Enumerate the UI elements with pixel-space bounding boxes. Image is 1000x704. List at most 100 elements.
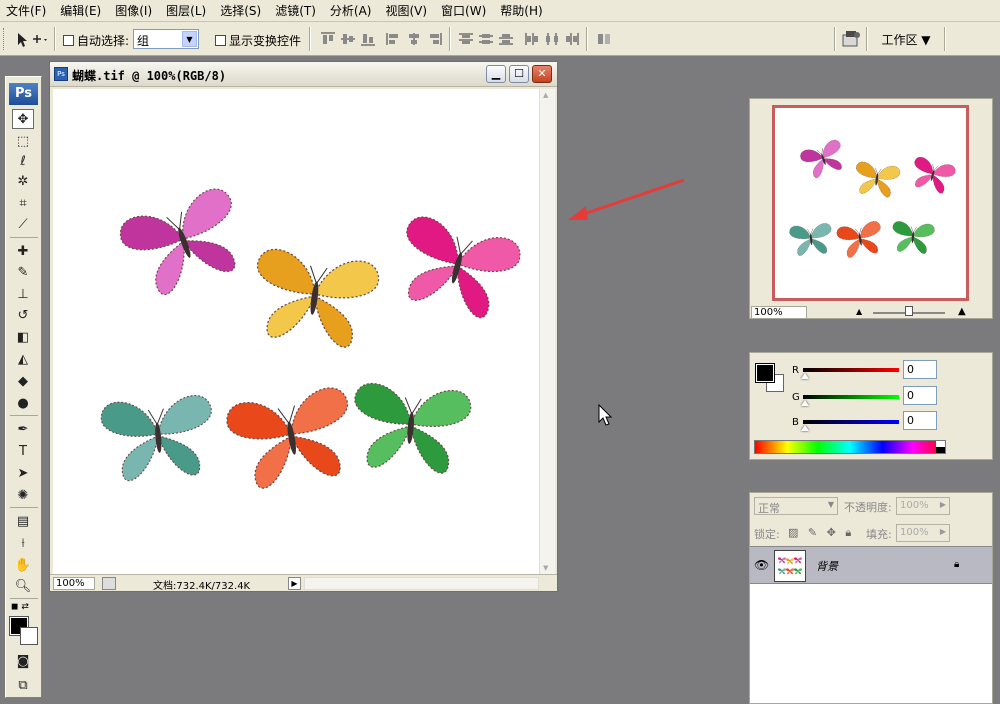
healing-brush-icon[interactable]: ✚ xyxy=(12,241,34,261)
slice-icon[interactable]: ⟋ xyxy=(12,214,34,234)
close-button[interactable]: ✕ xyxy=(532,65,552,83)
align-left-icon[interactable] xyxy=(386,32,402,46)
menu-select[interactable]: 选择(S) xyxy=(220,2,261,19)
eyedropper-icon[interactable]: ⟊ xyxy=(12,533,34,553)
checkbox-box[interactable] xyxy=(215,35,226,46)
g-slider-knob[interactable] xyxy=(801,400,809,406)
marquee-icon[interactable]: ⬚ xyxy=(12,131,34,151)
default-colors-icon[interactable]: ◼ ⇄ xyxy=(11,602,29,612)
scroll-up-icon[interactable]: ▲ xyxy=(543,91,548,99)
quick-mask-icon[interactable]: ◙ xyxy=(12,651,34,671)
distribute-top-icon[interactable] xyxy=(458,32,474,46)
menu-image[interactable]: 图像(I) xyxy=(115,2,152,19)
distribute-bottom-icon[interactable] xyxy=(498,32,514,46)
scroll-down-icon[interactable]: ▼ xyxy=(543,564,548,572)
dodge-icon[interactable]: ● xyxy=(12,393,34,413)
eraser-icon[interactable]: ◧ xyxy=(12,327,34,347)
fill-field[interactable]: 100% ▶ xyxy=(896,524,950,542)
menu-edit[interactable]: 编辑(E) xyxy=(60,2,101,19)
crop-icon[interactable]: ⌗ xyxy=(12,193,34,213)
show-transform-checkbox[interactable]: 显示变换控件 xyxy=(215,32,301,49)
align-right-icon[interactable] xyxy=(426,32,442,46)
ps-logo[interactable]: Ps xyxy=(9,83,38,105)
options-bar-grip[interactable] xyxy=(3,28,6,50)
menu-window[interactable]: 窗口(W) xyxy=(441,2,486,19)
b-slider[interactable] xyxy=(803,420,899,424)
path-select-icon[interactable]: ➤ xyxy=(12,463,34,483)
workspace-menu-button[interactable]: 工作区 ▼ xyxy=(870,28,942,50)
align-hcenter-icon[interactable] xyxy=(406,32,422,46)
distribute-left-icon[interactable] xyxy=(524,32,540,46)
align-top-icon[interactable] xyxy=(320,32,336,46)
r-slider[interactable] xyxy=(803,368,899,372)
menu-file[interactable]: 文件(F) xyxy=(6,2,46,19)
hand-icon[interactable]: ✋ xyxy=(12,555,34,575)
navigator-thumbnail[interactable] xyxy=(772,105,969,301)
lock-options[interactable]: ▨ ✎ ✥ 🔒︎ xyxy=(788,526,854,540)
blend-mode-dropdown[interactable]: 正常 ▼ xyxy=(754,497,838,515)
history-brush-icon[interactable]: ↺ xyxy=(12,305,34,325)
vertical-scrollbar[interactable]: ▲ ▼ xyxy=(539,89,555,574)
navigator-zoom-field[interactable]: 100% xyxy=(751,306,807,319)
paint-bucket-icon[interactable]: ◭ xyxy=(12,349,34,369)
r-slider-knob[interactable] xyxy=(801,373,809,379)
b-value-field[interactable]: 0 xyxy=(903,411,937,430)
type-icon[interactable]: T xyxy=(12,441,34,461)
opacity-field[interactable]: 100% ▶ xyxy=(896,497,950,515)
magic-wand-icon[interactable]: ✲ xyxy=(12,171,34,191)
auto-select-dropdown[interactable]: 组 ▼ xyxy=(133,29,199,49)
maximize-button[interactable]: ☐ xyxy=(509,65,529,83)
blur-icon[interactable]: ◆ xyxy=(12,371,34,391)
lasso-icon[interactable]: ℓ xyxy=(12,151,34,171)
layer-name[interactable]: 背景 xyxy=(816,558,838,574)
layer-row-background[interactable]: 👁︎ 背景 🔒︎ xyxy=(750,546,992,584)
zoom-icon[interactable]: 🔍︎ xyxy=(12,576,34,596)
tool-preset-picker[interactable] xyxy=(14,29,50,51)
pen-icon[interactable]: ✒ xyxy=(12,419,34,439)
r-value-field[interactable]: 0 xyxy=(903,360,937,379)
color-spectrum-ramp[interactable] xyxy=(754,440,946,454)
chevron-down-icon[interactable]: ▼ xyxy=(828,500,834,509)
menu-view[interactable]: 视图(V) xyxy=(385,2,427,19)
screen-mode-icon[interactable]: ⧉ xyxy=(12,675,34,695)
menu-analysis[interactable]: 分析(A) xyxy=(330,2,372,19)
color-foreground-swatch[interactable] xyxy=(755,363,775,383)
navigator-slider-knob[interactable] xyxy=(905,306,913,316)
chevron-right-icon[interactable]: ▶ xyxy=(940,527,946,536)
distribute-hcenter-icon[interactable] xyxy=(544,32,560,46)
auto-select-checkbox[interactable]: 自动选择: xyxy=(63,32,129,49)
zoom-out-icon[interactable]: ▲ xyxy=(856,307,862,316)
g-value-field[interactable]: 0 xyxy=(903,386,937,405)
b-slider-knob[interactable] xyxy=(801,425,809,431)
brush-icon[interactable]: ✎ xyxy=(12,262,34,282)
file-browser-button[interactable] xyxy=(840,28,864,50)
auto-align-icon[interactable] xyxy=(596,32,612,46)
notes-icon[interactable]: ▤ xyxy=(12,511,34,531)
menu-help[interactable]: 帮助(H) xyxy=(500,2,542,19)
white-swatch[interactable] xyxy=(936,441,945,447)
menu-filter[interactable]: 滤镜(T) xyxy=(275,2,316,19)
g-slider[interactable] xyxy=(803,395,899,399)
chevron-right-icon[interactable]: ▶ xyxy=(940,500,946,509)
horizontal-scrollbar[interactable] xyxy=(304,577,539,590)
align-vcenter-icon[interactable] xyxy=(340,32,356,46)
zoom-level-field[interactable]: 100% xyxy=(53,577,95,590)
minimize-button[interactable]: ▁ xyxy=(486,65,506,83)
status-menu-arrow-icon[interactable]: ▶ xyxy=(288,577,301,590)
distribute-right-icon[interactable] xyxy=(564,32,580,46)
status-preview-icon[interactable] xyxy=(102,577,116,590)
document-titlebar[interactable]: Ps 蝴蝶.tif @ 100%(RGB/8) ▁ ☐ ✕ xyxy=(50,62,557,87)
move-tool-icon[interactable]: ✥ xyxy=(12,109,34,129)
shape-icon[interactable]: ✺ xyxy=(12,485,34,505)
document-canvas[interactable] xyxy=(53,89,539,574)
menu-layer[interactable]: 图层(L) xyxy=(166,2,206,19)
zoom-in-icon[interactable]: ▲ xyxy=(958,306,966,317)
eye-visibility-icon[interactable]: 👁︎ xyxy=(754,558,769,572)
background-color-swatch[interactable] xyxy=(20,627,38,645)
chevron-down-icon[interactable]: ▼ xyxy=(182,31,197,47)
align-bottom-icon[interactable] xyxy=(360,32,376,46)
stamp-icon[interactable]: ⊥ xyxy=(12,284,34,304)
mouse-cursor-icon xyxy=(598,404,613,426)
checkbox-box[interactable] xyxy=(63,35,74,46)
distribute-vcenter-icon[interactable] xyxy=(478,32,494,46)
